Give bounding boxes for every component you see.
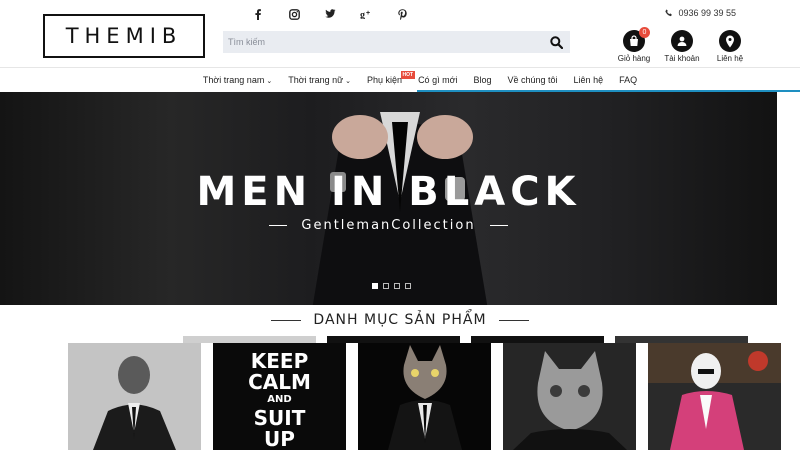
- nav-item-mens-fashion[interactable]: Thời trang nam ⌄: [195, 75, 280, 85]
- instagram-icon[interactable]: [276, 9, 312, 23]
- slider-dot-1[interactable]: [372, 283, 378, 289]
- divider-left: [271, 319, 302, 321]
- nav-item-blog[interactable]: Blog: [465, 75, 499, 85]
- category-card[interactable]: [68, 343, 201, 450]
- stormtrooper-image: [648, 343, 781, 450]
- hero-title: MEN IN BLACK: [196, 169, 581, 215]
- hero-subtitle-row: GentlemanCollection: [0, 218, 777, 233]
- category-grid: KEEP CALM AND SUIT UP: [68, 343, 781, 450]
- facebook-icon[interactable]: [240, 9, 276, 23]
- nav-item-accessories[interactable]: Phụ kiện HOT: [359, 71, 416, 85]
- divider-left: [269, 225, 288, 226]
- phone-icon: [665, 9, 673, 17]
- hero-slider[interactable]: MEN IN BLACK GentlemanCollection: [0, 92, 777, 305]
- suit-man-image: [68, 343, 201, 450]
- cart-label: Giỏ hàng: [617, 54, 651, 63]
- location-pin-icon: [719, 30, 741, 52]
- slider-dots: [372, 283, 411, 289]
- search-button[interactable]: [542, 31, 570, 53]
- chevron-down-icon: ⌄: [266, 78, 273, 85]
- nav-item-whats-new[interactable]: Có gì mới: [410, 75, 465, 85]
- main-nav: Thời trang nam ⌄ Thời trang nữ ⌄ Phụ kiện H…: [0, 68, 800, 92]
- card-backdrop: [615, 336, 748, 343]
- svg-text:g: g: [360, 10, 365, 19]
- divider-right: [498, 319, 529, 321]
- nav-item-womens-fashion[interactable]: Thời trang nữ ⌄: [280, 75, 359, 85]
- section-header: DANH MỤC SẢN PHẨM: [0, 312, 800, 328]
- phone-text: 0936 99 39 55: [678, 8, 736, 18]
- category-card[interactable]: [503, 343, 636, 450]
- account-label: Tài khoản: [664, 54, 700, 63]
- header-actions: 0 Giỏ hàng Tài khoản Liên hệ: [610, 27, 754, 63]
- category-card[interactable]: [648, 343, 781, 450]
- pinterest-icon[interactable]: [384, 9, 420, 23]
- category-card[interactable]: KEEP CALM AND SUIT UP: [213, 343, 346, 450]
- hero-subtitle: GentlemanCollection: [301, 218, 476, 233]
- google-plus-icon[interactable]: g +: [348, 9, 384, 23]
- nav-item-about[interactable]: Về chúng tôi: [500, 75, 566, 85]
- svg-text:+: +: [366, 10, 370, 17]
- contact-label: Liên hệ: [716, 54, 744, 63]
- contact-button[interactable]: Liên hệ: [706, 30, 754, 63]
- search-input[interactable]: [223, 31, 542, 53]
- phone-number[interactable]: 0936 99 39 55: [665, 8, 736, 18]
- keep-calm-poster: KEEP CALM AND SUIT UP: [248, 349, 311, 450]
- search-bar: [223, 31, 570, 53]
- social-links: g +: [240, 9, 420, 23]
- user-icon: [671, 30, 693, 52]
- nav-item-faq[interactable]: FAQ: [611, 75, 645, 85]
- logo[interactable]: THEMIB: [43, 14, 205, 58]
- logo-text: THEMIB: [65, 24, 183, 48]
- divider-right: [489, 225, 508, 226]
- category-card[interactable]: [358, 343, 491, 450]
- nav-item-contact[interactable]: Liên hệ: [566, 75, 612, 85]
- cart-count-badge: 0: [639, 27, 650, 38]
- section-title: DANH MỤC SẢN PHẨM: [313, 312, 487, 328]
- twitter-icon[interactable]: [312, 9, 348, 23]
- slider-dot-4[interactable]: [405, 283, 411, 289]
- chevron-down-icon: ⌄: [345, 78, 352, 85]
- card-backdrop: [183, 336, 316, 343]
- account-button[interactable]: Tài khoản: [658, 30, 706, 63]
- cart-button[interactable]: 0 Giỏ hàng: [610, 27, 658, 63]
- slider-dot-3[interactable]: [394, 283, 400, 289]
- card-backdrop: [471, 336, 604, 343]
- cat-in-suit-image: [358, 343, 491, 450]
- card-backdrop: [327, 336, 460, 343]
- slider-dot-2[interactable]: [383, 283, 389, 289]
- search-icon: [549, 35, 563, 49]
- cat-portrait-image: [503, 343, 636, 450]
